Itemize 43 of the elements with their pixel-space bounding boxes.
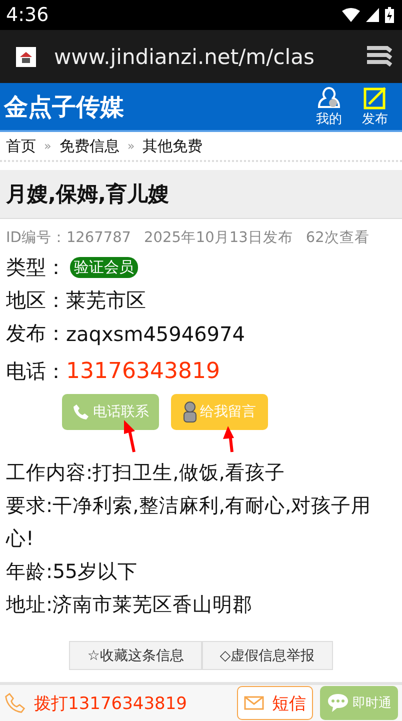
phone-icon [4, 692, 26, 714]
field-label: 电话： [6, 358, 66, 384]
listing-title: 月嫂,保姆,育儿嫂 [0, 170, 402, 219]
breadcrumb-link[interactable]: 其他免费 [142, 136, 203, 156]
description-line: 工作内容:打扫卫生,做饭,看孩子 [6, 460, 286, 486]
breadcrumb-separator: » [127, 139, 135, 153]
description-line: 地址:济南市莱芜区香山明郡 [6, 592, 254, 618]
breadcrumb-separator: » [44, 139, 52, 153]
status-time: 4:36 [6, 4, 49, 26]
phone-icon [72, 403, 90, 421]
tool-button[interactable]: ☆收藏这条信息 [69, 641, 202, 670]
header-action[interactable]: 我的 [316, 86, 342, 128]
edit-icon [363, 86, 387, 110]
person-icon [183, 401, 197, 423]
sms-button[interactable]: 短信 [237, 686, 313, 720]
call-link[interactable]: 拨打13176343819 [4, 692, 237, 714]
wifi-icon [342, 8, 360, 22]
battery-icon [385, 7, 394, 23]
signal-icon [366, 8, 379, 22]
meta-info: 2025年10月13日发布 [144, 229, 293, 247]
site-favicon [19, 50, 33, 64]
description-line: 要求:干净利索,整洁麻利,有耐心,对孩子用心! [6, 493, 372, 552]
site-logo[interactable]: 金点子传媒 [4, 90, 296, 122]
annotation-arrow [223, 426, 234, 452]
chat-bubble-icon [326, 693, 348, 713]
breadcrumb-link[interactable]: 首页 [6, 136, 36, 156]
field-label: 类型： [6, 254, 66, 281]
tool-button[interactable]: ◇虚假信息举报 [202, 641, 333, 670]
meta-info: 62次查看 [306, 229, 370, 247]
field-value: zaqxsm45946974 [66, 322, 245, 346]
member-badge: 验证会员 [70, 257, 138, 278]
field-label: 发布： [6, 320, 66, 347]
field-value: 莱芜市区 [66, 287, 146, 314]
description-line: 年龄:55岁以下 [6, 559, 138, 585]
phone-number[interactable]: 13176343819 [66, 358, 220, 384]
tabs-icon[interactable] [366, 46, 392, 68]
header-action[interactable]: 发布 [362, 86, 388, 128]
annotation-arrow [124, 420, 136, 452]
field-label: 地区： [6, 287, 66, 314]
mail-icon [244, 696, 264, 710]
user-icon [317, 86, 341, 110]
breadcrumb-link[interactable]: 免费信息 [59, 136, 120, 156]
meta-info: ID编号：1267787 [6, 229, 132, 247]
